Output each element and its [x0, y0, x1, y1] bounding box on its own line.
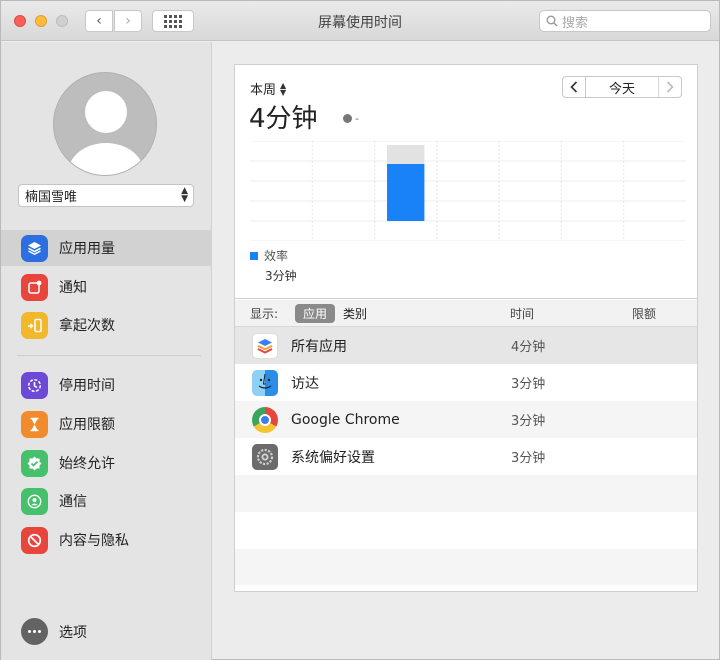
sidebar-item-label: 拿起次数	[59, 318, 115, 334]
pickup-icon	[21, 311, 48, 339]
contact-icon	[21, 487, 48, 515]
list-item[interactable]: 访达 3分钟	[235, 364, 697, 401]
avatar	[53, 72, 157, 176]
layers-icon	[252, 332, 278, 359]
user-name: 楠国雪唯	[25, 190, 78, 205]
sidebar-item-downtime[interactable]: 停用时间	[1, 367, 212, 403]
sidebar-item-communication[interactable]: 通信	[1, 483, 212, 519]
updown-arrows-icon: ▲ ▼	[181, 186, 188, 204]
chevron-left-icon	[570, 81, 578, 93]
segment-apps[interactable]: 应用	[295, 304, 336, 323]
empty-row	[235, 549, 697, 585]
legend-label: 效率	[264, 249, 289, 263]
usage-bar-chart	[250, 141, 686, 241]
chrome-icon	[252, 406, 278, 433]
delta-arrow-icon	[343, 114, 352, 123]
next-period-button[interactable]	[658, 76, 682, 98]
search-field[interactable]: 搜索	[539, 10, 711, 32]
chevron-right-icon	[666, 81, 674, 93]
title-bar: ‹ › 屏幕使用时间 搜索	[1, 1, 719, 41]
app-name: 系统偏好设置	[291, 449, 375, 466]
sidebar: 楠国雪唯 ▲ ▼ 应用用量 通知 拿起次数 停用时间 应用限额 始终允许 通信 …	[1, 42, 212, 660]
sidebar-item-label: 始终允许	[59, 456, 115, 472]
checkmark-badge-icon	[21, 449, 48, 477]
sidebar-item-label: 应用限额	[59, 417, 115, 433]
total-usage: 4分钟	[249, 104, 318, 134]
updown-arrows-icon: ▲ ▼	[280, 80, 287, 97]
segment-categories[interactable]: 类别	[335, 304, 375, 323]
column-limit[interactable]: 限额	[632, 305, 656, 322]
sidebar-item-content-privacy[interactable]: 内容与隐私	[1, 522, 212, 558]
date-navigator: 今天	[562, 76, 682, 98]
sidebar-divider	[17, 355, 201, 356]
search-placeholder: 搜索	[562, 15, 589, 31]
usage-delta: -	[343, 112, 359, 125]
period-select[interactable]: 本周 ▲ ▼	[250, 79, 286, 98]
app-name: 访达	[291, 375, 319, 392]
usage-bar[interactable]	[387, 164, 425, 221]
sidebar-item-pickups[interactable]: 拿起次数	[1, 307, 212, 343]
sidebar-item-app-usage[interactable]: 应用用量	[1, 230, 212, 266]
chart-legend: 效率	[250, 247, 288, 264]
app-name: Google Chrome	[291, 411, 400, 428]
downtime-icon	[21, 371, 48, 399]
app-time: 3分钟	[511, 377, 546, 392]
column-time[interactable]: 时间	[510, 305, 534, 322]
show-label: 显示:	[250, 306, 279, 321]
screen-time-window: ‹ › 屏幕使用时间 搜索 楠国雪唯 ▲ ▼ 应用用量 通知 拿起次数 停用时间…	[0, 0, 720, 660]
notification-icon	[21, 273, 48, 301]
list-header: 显示: 应用 类别 时间 限额	[235, 300, 697, 327]
layers-icon	[21, 234, 48, 262]
hourglass-icon	[21, 410, 48, 438]
list-item[interactable]: Google Chrome 3分钟	[235, 401, 697, 438]
list-item[interactable]: 所有应用 4分钟	[235, 327, 697, 364]
empty-row	[235, 512, 697, 549]
list-item[interactable]: 系统偏好设置 3分钟	[235, 438, 697, 475]
today-button[interactable]: 今天	[586, 76, 658, 98]
previous-period-button[interactable]	[562, 76, 586, 98]
search-icon	[546, 15, 558, 27]
empty-row	[235, 475, 697, 512]
sidebar-item-label: 内容与隐私	[59, 533, 129, 549]
app-name: 所有应用	[291, 338, 347, 355]
app-time: 4分钟	[511, 340, 546, 355]
app-time: 3分钟	[511, 414, 546, 429]
view-segmented-control: 应用 类别	[295, 304, 375, 323]
usage-panel: 本周 ▲ ▼ 4分钟 - 今天 效率 3分钟 显示: 应用 类别 时间 限额 所…	[234, 64, 698, 592]
system-preferences-icon	[252, 443, 278, 470]
sidebar-item-label: 应用用量	[59, 241, 115, 257]
sidebar-item-notifications[interactable]: 通知	[1, 269, 212, 305]
sidebar-item-always-allowed[interactable]: 始终允许	[1, 445, 212, 481]
options-button[interactable]: 选项	[21, 618, 87, 645]
finder-icon	[252, 369, 278, 396]
ellipsis-icon	[21, 618, 48, 645]
period-label: 本周	[250, 83, 277, 98]
legend-value: 3分钟	[265, 269, 297, 283]
usage-bar[interactable]	[387, 145, 425, 164]
sidebar-item-label: 停用时间	[59, 378, 115, 394]
legend-swatch	[250, 251, 258, 260]
no-entry-icon	[21, 526, 48, 554]
sidebar-item-label: 通信	[59, 494, 87, 510]
delta-value: -	[355, 112, 359, 125]
sidebar-item-label: 通知	[59, 280, 87, 296]
app-time: 3分钟	[511, 451, 546, 466]
chart-area: 本周 ▲ ▼ 4分钟 - 今天 效率 3分钟	[235, 65, 697, 299]
user-select[interactable]: 楠国雪唯 ▲ ▼	[18, 184, 194, 207]
sidebar-item-app-limits[interactable]: 应用限额	[1, 406, 212, 442]
options-label: 选项	[59, 624, 87, 641]
